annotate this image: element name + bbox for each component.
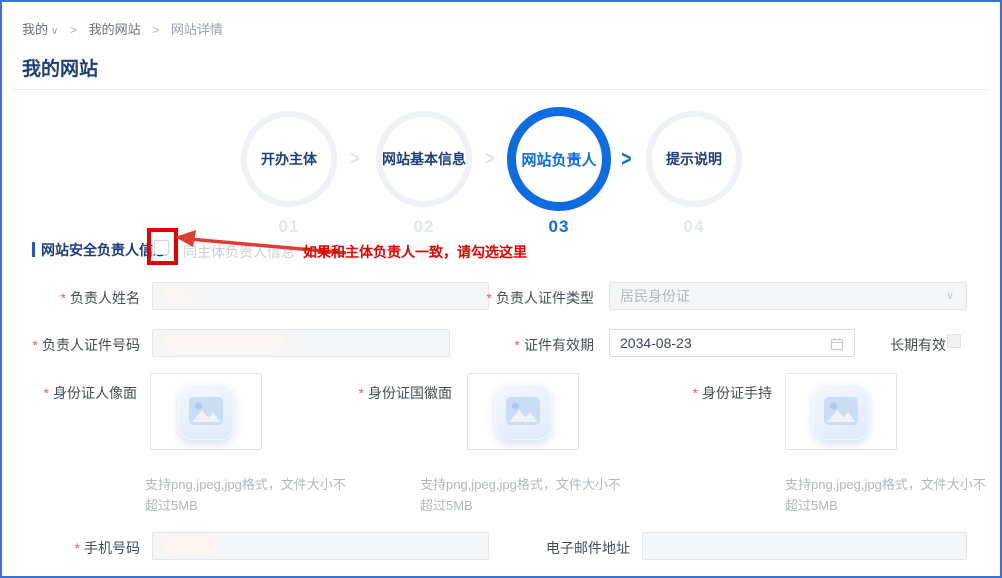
redacted-value [163,538,217,554]
section-accent-bar [32,242,35,257]
long-term-checkbox[interactable] [947,334,961,348]
cert-number-input [152,329,450,357]
id-front-label: *身份证人像面 [32,383,137,403]
step-4-circle: 提示说明 [646,111,742,207]
step-arrow-icon: > [485,148,494,171]
required-asterisk: * [487,290,492,306]
cert-validity-label: *证件有效期 [492,335,594,355]
name-input [152,282,489,310]
caret-down-icon: ∨ [51,26,58,37]
image-placeholder-tile [813,384,869,440]
required-asterisk: * [515,337,520,353]
annotation-text: 如果和主体负责人一致，请勾选这里 [303,242,527,262]
required-asterisk: * [693,385,698,401]
redacted-value [163,335,285,351]
step-3-label: 网站负责人 [521,149,596,170]
image-placeholder-icon [189,397,223,426]
required-asterisk: * [75,540,80,556]
breadcrumb-my-label: 我的 [22,22,48,37]
required-asterisk: * [359,385,364,401]
step-arrow-icon-active: > [621,146,631,172]
chevron-down-icon: ∨ [946,289,954,302]
image-placeholder-icon [824,397,858,426]
image-placeholder-tile [495,384,551,440]
id-holding-label: *身份证手持 [682,383,772,403]
breadcrumb-my-websites[interactable]: 我的网站 [89,22,141,37]
id-holding-upload[interactable] [785,373,897,450]
email-input [642,532,967,560]
step-3-number: 03 [511,217,607,237]
cert-type-select: 居民身份证 ∨ [609,282,967,310]
step-2-number: 02 [376,217,472,237]
cert-validity-date-input[interactable]: 2034-08-23 [609,329,855,357]
calendar-icon [830,337,844,351]
step-1-circle: 开办主体 [241,111,337,207]
redacted-value [163,288,191,304]
upload-hint: 支持png,jpeg,jpg格式，文件大小不超过5MB [420,474,632,517]
email-label: 电子邮件地址 [542,538,630,558]
step-3-circle: 网站负责人 [507,107,611,211]
cert-validity-value: 2034-08-23 [620,335,692,351]
cert-type-label: *负责人证件类型 [472,288,594,308]
breadcrumb-separator: > [70,23,77,37]
step-2-circle: 网站基本信息 [376,111,472,207]
step-1-label: 开办主体 [261,149,317,169]
breadcrumb-website-detail: 网站详情 [171,22,223,37]
id-front-upload[interactable] [150,373,262,450]
upload-hint: 支持png,jpeg,jpg格式，文件大小不超过5MB [145,474,357,517]
cert-number-label: *负责人证件号码 [22,335,140,355]
required-asterisk: * [61,290,66,306]
image-placeholder-tile [178,384,234,440]
required-asterisk: * [33,337,38,353]
long-term-label: 长期有效 [890,335,948,355]
phone-label: *手机号码 [52,538,140,558]
breadcrumb-my[interactable]: 我的∨ [22,22,58,37]
title-divider [14,89,988,90]
step-4-number: 04 [646,217,742,237]
breadcrumb: 我的∨ > 我的网站 > 网站详情 [22,19,223,38]
image-placeholder-icon [506,397,540,426]
id-back-upload[interactable] [467,373,579,450]
upload-hint: 支持png,jpeg,jpg格式，文件大小不超过5MB [785,474,997,517]
website-detail-page: 我的∨ > 我的网站 > 网站详情 我的网站 开办主体 > 网站基本信息 > 网… [0,0,1002,578]
required-asterisk: * [44,385,49,401]
step-4-label: 提示说明 [666,149,722,169]
breadcrumb-separator: > [152,23,159,37]
cert-type-value: 居民身份证 [620,286,690,306]
name-label: *负责人姓名 [32,288,140,308]
step-arrow-icon: > [350,148,359,171]
phone-input [152,532,489,560]
step-2-label: 网站基本信息 [382,149,466,169]
id-back-label: *身份证国徽面 [347,383,452,403]
page-title: 我的网站 [22,54,98,81]
